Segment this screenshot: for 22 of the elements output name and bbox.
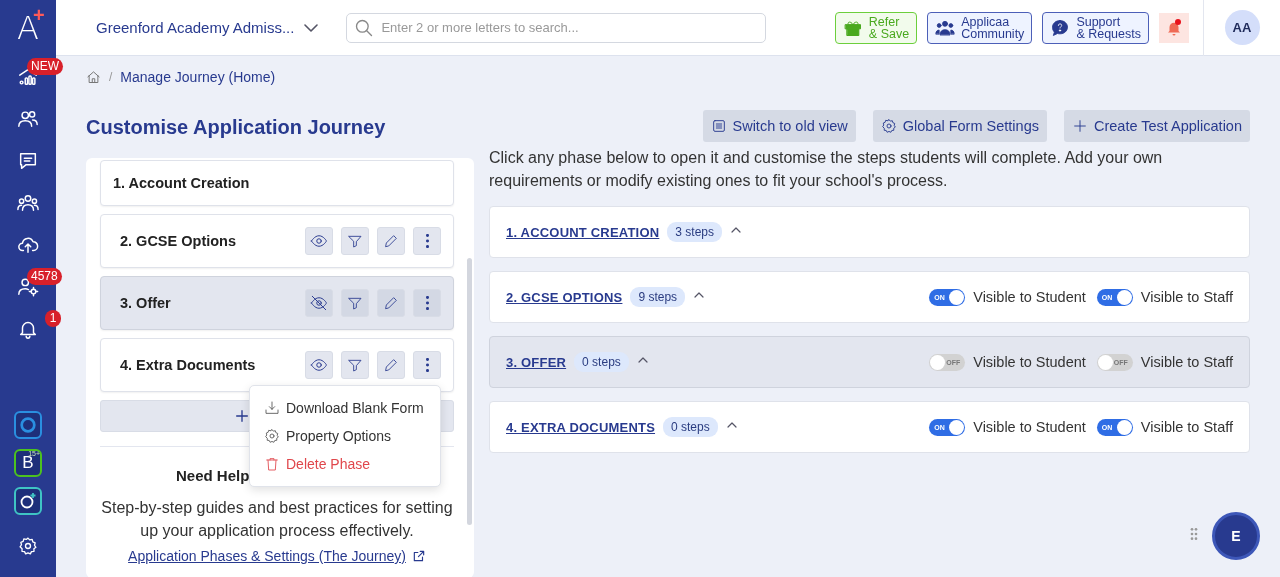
- page-title: Customise Application Journey: [86, 116, 387, 140]
- phase-name: 2. GCSE Options: [120, 233, 236, 249]
- step-count: 3 steps: [667, 222, 722, 242]
- step-count: 0 steps: [574, 352, 629, 372]
- toggle-label: Visible to Staff: [1140, 419, 1233, 435]
- toggle-label: Visible to Student: [973, 354, 1086, 370]
- toggle-label: Visible to Student: [973, 289, 1086, 305]
- help-title: Need Help: [175, 467, 251, 484]
- step-count: 9 steps: [630, 287, 686, 307]
- breadcrumb-separator: /: [109, 70, 113, 84]
- count-badge: 4578: [27, 268, 62, 285]
- toggle-label: Visible to Staff: [1140, 354, 1233, 370]
- toggle-label: Visible to Staff: [1140, 289, 1233, 305]
- toggle-label: Visible to Student: [973, 419, 1086, 435]
- phase-name: 4. Extra Documents: [120, 357, 256, 373]
- phase-name: 1. Account Creation: [113, 175, 250, 191]
- step-count: 0 steps: [663, 417, 718, 437]
- count-badge: NEW: [27, 58, 63, 75]
- phase-name: 3. Offer: [120, 295, 171, 311]
- count-badge: 1: [45, 310, 61, 327]
- help-text: Step-by-step guides and best practices for setting up your application process effectively.: [100, 498, 454, 541]
- intro-text: Click any phase below to open it and customise the steps students will complete. Add your own requirements or modify existing ones to fit your school's process.: [489, 148, 1164, 191]
